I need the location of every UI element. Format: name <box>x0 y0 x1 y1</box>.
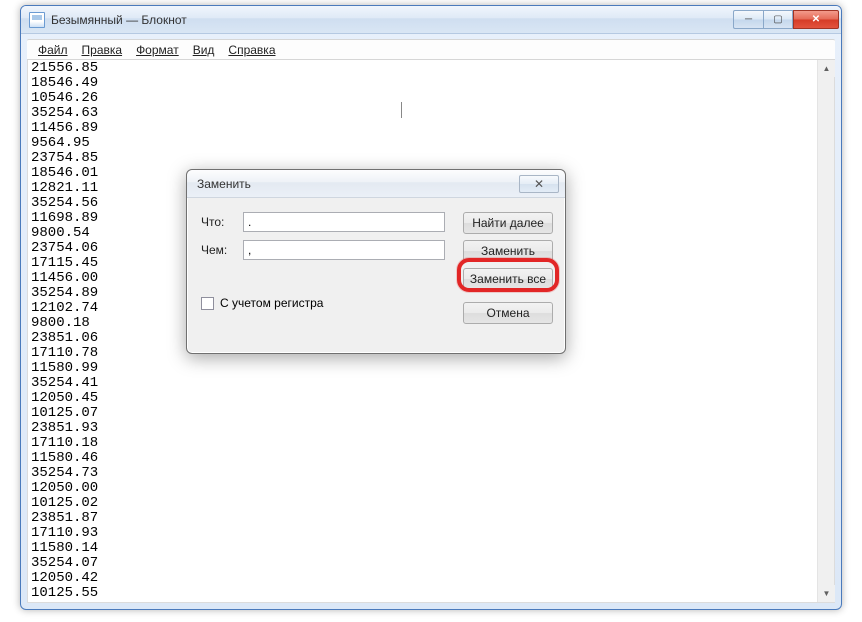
close-button[interactable]: ✕ <box>793 10 839 29</box>
notepad-window: Безымянный — Блокнот ─ ▢ ✕ Файл Правка Ф… <box>20 5 842 610</box>
replace-dialog: Заменить ✕ Что: Чем: С учетом регистра Н… <box>186 169 566 354</box>
dialog-title: Заменить <box>197 177 519 191</box>
maximize-button[interactable]: ▢ <box>763 10 793 29</box>
replace-with-input[interactable] <box>243 240 445 260</box>
minimize-button[interactable]: ─ <box>733 10 763 29</box>
dialog-close-button[interactable]: ✕ <box>519 175 559 193</box>
menu-format[interactable]: Формат <box>129 41 186 59</box>
window-controls: ─ ▢ ✕ <box>733 10 839 29</box>
replace-button[interactable]: Заменить <box>463 240 553 262</box>
cancel-button[interactable]: Отмена <box>463 302 553 324</box>
window-title: Безымянный — Блокнот <box>51 13 733 27</box>
menubar: Файл Правка Формат Вид Справка <box>27 39 835 60</box>
dialog-titlebar[interactable]: Заменить ✕ <box>187 170 565 198</box>
dialog-buttons: Найти далее Заменить Заменить все Отмена <box>463 212 553 324</box>
find-next-button[interactable]: Найти далее <box>463 212 553 234</box>
scroll-up-icon[interactable]: ▲ <box>818 60 835 77</box>
menu-edit[interactable]: Правка <box>75 41 130 59</box>
menu-help[interactable]: Справка <box>221 41 282 59</box>
match-case-checkbox[interactable] <box>201 297 214 310</box>
find-what-label: Что: <box>201 215 243 229</box>
scroll-down-icon[interactable]: ▼ <box>818 585 835 602</box>
match-case-row[interactable]: С учетом регистра <box>201 296 323 310</box>
replace-with-label: Чем: <box>201 243 243 257</box>
menu-view[interactable]: Вид <box>186 41 222 59</box>
notepad-icon <box>29 12 45 28</box>
match-case-label: С учетом регистра <box>220 296 323 310</box>
menu-file[interactable]: Файл <box>31 41 75 59</box>
vertical-scrollbar[interactable]: ▲ ▼ <box>817 60 834 602</box>
dialog-body: Что: Чем: С учетом регистра Найти далее … <box>187 198 565 353</box>
replace-all-button[interactable]: Заменить все <box>463 268 553 290</box>
titlebar[interactable]: Безымянный — Блокнот ─ ▢ ✕ <box>21 6 841 34</box>
find-what-input[interactable] <box>243 212 445 232</box>
